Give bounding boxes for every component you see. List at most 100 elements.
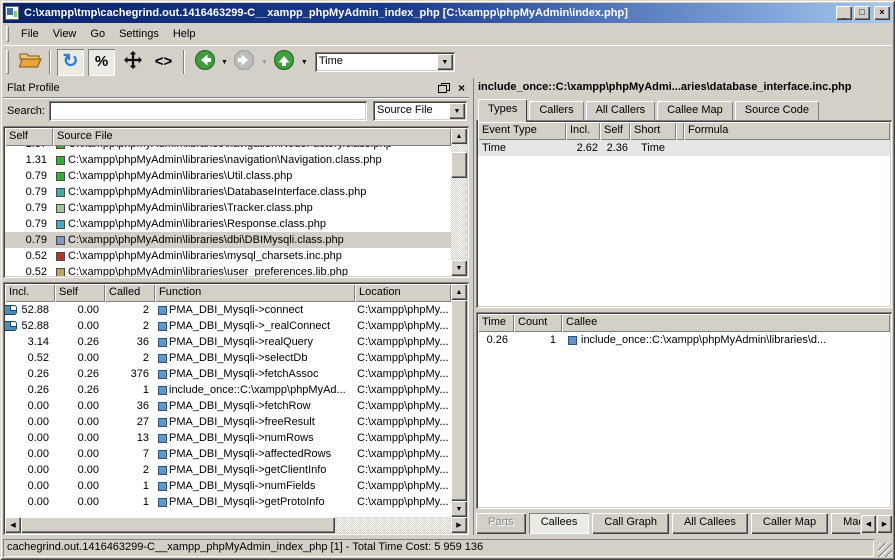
function-name-cell: PMA_DBI_Mysqli->fetchRow	[155, 400, 355, 412]
source-file-row[interactable]: 0.79C:\xampp\phpMyAdmin\libraries\Tracke…	[5, 200, 451, 216]
scroll-up-icon[interactable]: ▲	[451, 284, 467, 300]
tab-all-callers[interactable]: All Callers	[586, 101, 656, 120]
scroll-down-icon[interactable]: ▼	[451, 260, 467, 276]
source-file-row[interactable]: 0.79C:\xampp\phpMyAdmin\libraries\Respon…	[5, 216, 451, 232]
source-file-row[interactable]: 0.79C:\xampp\phpMyAdmin\libraries\Databa…	[5, 184, 451, 200]
source-file-row[interactable]: 0.52C:\xampp\phpMyAdmin\libraries\mysql_…	[5, 248, 451, 264]
function-row[interactable]: 0.000.007PMA_DBI_Mysqli->affectedRowsC:\…	[5, 446, 451, 462]
function-row[interactable]: 0.260.261include_once::C:\xampp\phpMyAd.…	[5, 382, 451, 398]
menu-item-view[interactable]: View	[46, 26, 84, 42]
bottom-tab-callees[interactable]: Callees	[529, 513, 590, 534]
function-row[interactable]: 0.000.0013PMA_DBI_Mysqli->numRowsC:\xamp…	[5, 430, 451, 446]
minimize-button[interactable]: _	[836, 6, 852, 20]
tab-source-code[interactable]: Source Code	[735, 101, 819, 120]
function-table-vscrollbar[interactable]: ▲ ▼	[451, 284, 467, 517]
column-header-incl[interactable]: Incl.	[5, 284, 55, 302]
scrollbar-thumb[interactable]	[451, 152, 467, 178]
source-file-row[interactable]: 0.79C:\xampp\phpMyAdmin\libraries\dbi\DB…	[5, 232, 451, 248]
column-header-location[interactable]: Location	[355, 284, 451, 302]
bottom-tab-caller-map[interactable]: Caller Map	[751, 513, 828, 534]
column-header-event-type[interactable]: Event Type	[478, 122, 566, 140]
callee-row[interactable]: 0.261include_once::C:\xampp\phpMyAdmin\l…	[478, 332, 890, 348]
function-row[interactable]: 0.000.0027PMA_DBI_Mysqli->freeResultC:\x…	[5, 414, 451, 430]
resize-grip[interactable]	[878, 543, 892, 557]
tab-types[interactable]: Types	[478, 99, 527, 122]
menu-item-settings[interactable]: Settings	[112, 26, 166, 42]
scroll-right-icon[interactable]: ▶	[451, 517, 467, 533]
function-name-cell: PMA_DBI_Mysqli->connect	[155, 304, 355, 316]
search-input[interactable]	[49, 101, 367, 121]
column-header-time[interactable]: Time	[478, 314, 514, 332]
function-row[interactable]: 52.880.002PMA_DBI_Mysqli->_realConnectC:…	[5, 318, 451, 334]
function-table-hscrollbar[interactable]: ◀ ▶	[5, 517, 467, 533]
column-header-col-spacer[interactable]	[676, 122, 684, 140]
chevron-down-icon[interactable]: ▼	[437, 54, 453, 70]
tab-scroll-left-icon[interactable]: ◀	[861, 515, 876, 533]
event-type-select[interactable]: Time ▼	[315, 52, 455, 72]
menubar-handle[interactable]	[6, 26, 9, 42]
dock-title-bar[interactable]: Flat Profile ×	[3, 78, 469, 98]
menu-item-go[interactable]: Go	[83, 26, 112, 42]
scroll-left-icon[interactable]: ◀	[5, 517, 21, 533]
scroll-down-icon[interactable]: ▼	[451, 501, 467, 517]
forward-button[interactable]	[231, 49, 258, 76]
function-row[interactable]: 3.140.2636PMA_DBI_Mysqli->realQueryC:\xa…	[5, 334, 451, 350]
source-file-row[interactable]: 1.31C:\xampp\phpMyAdmin\libraries\naviga…	[5, 152, 451, 168]
function-row[interactable]: 0.000.001PMA_DBI_Mysqli->numFieldsC:\xam…	[5, 478, 451, 494]
tab-callers[interactable]: Callers	[529, 101, 583, 120]
source-table-vscrollbar[interactable]: ▲ ▼	[451, 128, 467, 276]
column-header-called[interactable]: Called	[105, 284, 155, 302]
chevron-down-icon[interactable]: ▼	[221, 59, 228, 66]
function-row[interactable]: 0.260.26376PMA_DBI_Mysqli->fetchAssocC:\…	[5, 366, 451, 382]
relative-cost-button[interactable]: ↻	[57, 49, 84, 76]
scrollbar-thumb[interactable]	[21, 517, 335, 533]
source-self-cost: 0.79	[5, 170, 53, 182]
open-file-button[interactable]	[16, 49, 43, 76]
toolbar-handle[interactable]	[6, 50, 9, 74]
function-row[interactable]: 0.000.0036PMA_DBI_Mysqli->fetchRowC:\xam…	[5, 398, 451, 414]
tab-scroll-right-icon[interactable]: ▶	[877, 515, 892, 533]
menu-item-file[interactable]: File	[14, 26, 46, 42]
column-header-incl[interactable]: Incl.	[566, 122, 600, 140]
function-row[interactable]: 0.520.002PMA_DBI_Mysqli->selectDbC:\xamp…	[5, 350, 451, 366]
column-header-formula[interactable]: Formula	[684, 122, 890, 140]
function-row[interactable]: 52.880.002PMA_DBI_Mysqli->connectC:\xamp…	[5, 302, 451, 318]
close-dock-icon[interactable]: ×	[458, 82, 465, 94]
percent-relative-button[interactable]: %	[88, 49, 115, 76]
chevron-down-icon[interactable]: ▼	[301, 59, 308, 66]
column-header-self[interactable]: Self	[600, 122, 630, 140]
function-row[interactable]: 0.000.002PMA_DBI_Mysqli->getClientInfoC:…	[5, 462, 451, 478]
up-button[interactable]	[271, 49, 298, 76]
chevron-down-icon[interactable]: ▼	[261, 59, 268, 66]
bottom-tab-all-callees[interactable]: All Callees	[672, 513, 748, 534]
float-dock-icon[interactable]	[438, 83, 450, 93]
column-header-short[interactable]: Short	[630, 122, 676, 140]
menu-item-help[interactable]: Help	[166, 26, 203, 42]
close-button[interactable]: ×	[874, 6, 890, 20]
source-file-row[interactable]: 0.79C:\xampp\phpMyAdmin\libraries\Util.c…	[5, 168, 451, 184]
column-header-count[interactable]: Count	[514, 314, 562, 332]
bottom-tab-call-graph[interactable]: Call Graph	[592, 513, 669, 534]
scrollbar-thumb[interactable]	[451, 300, 467, 501]
angle-brackets-icon: <>	[155, 53, 173, 71]
maximize-button[interactable]: □	[854, 6, 870, 20]
back-button[interactable]	[191, 49, 218, 76]
event-type-row[interactable]: Time2.622.36Time	[478, 140, 890, 156]
title-bar[interactable]: C:\xampp\tmp\cachegrind.out.1416463299-C…	[3, 3, 892, 23]
column-header-callee[interactable]: Callee	[562, 314, 890, 332]
group-by-select[interactable]: Source File ▼	[373, 101, 467, 121]
chevron-down-icon[interactable]: ▼	[449, 103, 465, 119]
bottom-tab-machine[interactable]: Machine	[831, 513, 860, 534]
column-header-self[interactable]: Self	[5, 128, 53, 146]
scroll-up-icon[interactable]: ▲	[451, 128, 467, 144]
column-header-self[interactable]: Self	[55, 284, 105, 302]
source-file-row[interactable]: 0.52C:\xampp\phpMyAdmin\libraries\user_p…	[5, 264, 451, 276]
cycle-detection-button[interactable]: <>	[150, 49, 177, 76]
function-row[interactable]: 0.000.001PMA_DBI_Mysqli->getProtoInfoC:\…	[5, 494, 451, 510]
column-header-function[interactable]: Function	[155, 284, 355, 302]
source-file-icon	[56, 252, 65, 261]
tab-callee-map[interactable]: Callee Map	[657, 101, 733, 120]
column-header-source-file[interactable]: Source File	[53, 128, 451, 146]
expand-areas-button[interactable]	[119, 49, 146, 76]
event-type-value: Time	[315, 52, 435, 72]
